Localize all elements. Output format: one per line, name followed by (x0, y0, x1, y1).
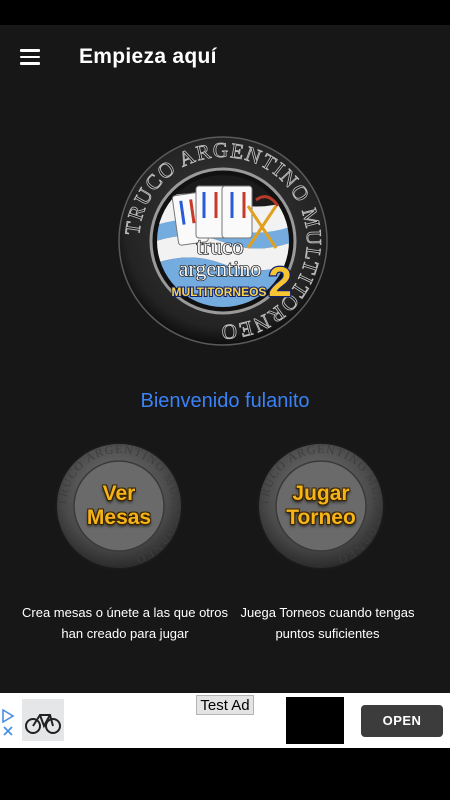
ver-mesas-label-line1: Ver (102, 482, 136, 505)
jugar-torneo-label-line2: Torneo (286, 506, 356, 529)
page-title: Empieza aquí (79, 45, 217, 68)
status-bar (0, 0, 450, 25)
logo-number: 2 (268, 258, 291, 305)
test-ad-label: Test Ad (196, 695, 254, 715)
logo-line3: MULTITORNEOS (172, 285, 267, 299)
ad-media[interactable] (286, 697, 344, 744)
logo-line2: argentino (179, 256, 262, 281)
jugar-torneo-description: Juega Torneos cuando tengas puntos sufic… (240, 605, 415, 641)
app-bar: Empieza aquí (0, 25, 450, 89)
ver-mesas-description: Crea mesas o únete a las que otros han c… (22, 605, 228, 641)
close-ad-icon[interactable] (2, 725, 14, 737)
open-button[interactable]: OPEN (361, 705, 443, 737)
app-logo: TRUCO ARGENTINO MULTITORNEO truco argent… (118, 136, 328, 346)
jugar-torneo-label-line1: Jugar (292, 482, 350, 505)
ad-banner[interactable]: Test Ad OPEN (0, 693, 450, 748)
welcome-message: Bienvenido fulanito (140, 390, 310, 412)
adchoices-icon[interactable] (1, 709, 15, 723)
menu-icon[interactable] (10, 37, 50, 77)
ver-mesas-button[interactable]: TRUCO ARGENTINO MULTITORNEO Ver Mesas (54, 441, 184, 571)
bicycle-icon[interactable] (22, 699, 64, 741)
ver-mesas-label-line2: Mesas (86, 506, 152, 529)
navigation-bar (0, 748, 450, 800)
jugar-torneo-button[interactable]: TRUCO ARGENTINO MULTITORNEO Jugar Torneo (256, 441, 386, 571)
